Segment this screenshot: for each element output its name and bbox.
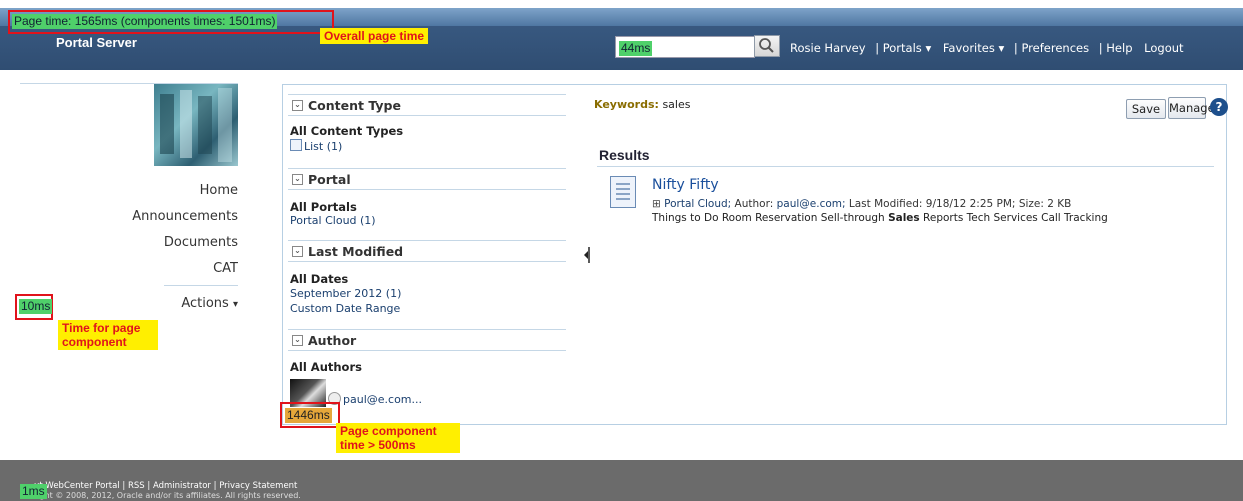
author-timing-badge: 1446ms: [285, 408, 332, 423]
manage-button[interactable]: Manage: [1168, 97, 1215, 119]
facet-item-custom-date-range[interactable]: Custom Date Range: [290, 302, 400, 315]
collapse-icon: ⌄: [292, 335, 303, 346]
collapse-left-icon: [584, 247, 590, 263]
results-divider: [597, 166, 1214, 167]
facet-all-portals[interactable]: All Portals: [290, 200, 357, 214]
facet-item-author[interactable]: paul@e.com...: [343, 393, 422, 406]
portals-menu[interactable]: Portals ▾: [883, 41, 931, 55]
component-time-callout: Time for page component: [58, 320, 158, 350]
footer-timing-badge: 1ms: [20, 484, 47, 499]
administrator-link[interactable]: Administrator: [153, 481, 211, 491]
nav-cat[interactable]: CAT: [213, 261, 238, 276]
help-link[interactable]: Help: [1106, 41, 1132, 55]
nav-divider: [164, 285, 238, 286]
keywords-display: Keywords: sales: [594, 98, 691, 111]
collapse-icon: ⌄: [292, 174, 303, 185]
facet-item-september-2012[interactable]: September 2012 (1): [290, 287, 401, 300]
nav-announcements[interactable]: Announcements: [132, 209, 238, 224]
chevron-down-icon: ▾: [998, 41, 1005, 55]
search-button[interactable]: [754, 35, 780, 57]
save-button[interactable]: Save: [1126, 99, 1166, 119]
collapse-icon: ⌄: [292, 100, 303, 111]
facet-all-authors[interactable]: All Authors: [290, 360, 362, 374]
actions-menu[interactable]: Actions ▾: [181, 296, 238, 311]
list-icon: [290, 139, 302, 151]
page-time-badge: Page time: 1565ms (components times: 150…: [12, 14, 278, 29]
app-title: Portal Server: [56, 35, 137, 50]
result-title-link[interactable]: Nifty Fifty: [652, 177, 719, 193]
chevron-down-icon: ▾: [232, 299, 238, 310]
overall-page-time-callout: Overall page time: [320, 28, 429, 44]
facet-all-dates[interactable]: All Dates: [290, 272, 348, 286]
portal-logo-image: [154, 84, 238, 166]
facet-header-last-modified[interactable]: ⌄ Last Modified: [288, 240, 566, 262]
logout-link[interactable]: Logout: [1144, 41, 1183, 55]
facet-all-content-types[interactable]: All Content Types: [290, 124, 403, 138]
help-icon[interactable]: ?: [1210, 98, 1228, 116]
facet-header-portal[interactable]: ⌄ Portal: [288, 168, 566, 190]
collapse-icon: ⌄: [292, 246, 303, 257]
nav-home[interactable]: Home: [200, 183, 238, 198]
facet-item-portal-cloud[interactable]: Portal Cloud (1): [290, 214, 376, 227]
chevron-down-icon: ▾: [925, 41, 932, 55]
search-timing-badge: 44ms: [619, 41, 653, 56]
privacy-link[interactable]: Privacy Statement: [219, 481, 297, 491]
copyright-text: right © 2008, 2012, Oracle and/or its af…: [34, 491, 301, 500]
footer-links: ut WebCenter Portal | RSS | Administrato…: [34, 481, 298, 491]
facet-header-author[interactable]: ⌄ Author: [288, 329, 566, 351]
rss-link[interactable]: RSS: [128, 481, 145, 491]
facet-header-content-type[interactable]: ⌄ Content Type: [288, 94, 566, 116]
panel-splitter[interactable]: [583, 245, 591, 265]
search-icon: [759, 38, 774, 53]
nav-timing-badge: 10ms: [19, 299, 53, 314]
nav-documents[interactable]: Documents: [164, 235, 238, 250]
document-icon: [610, 176, 636, 208]
top-band: [0, 0, 1243, 8]
results-heading: Results: [599, 147, 650, 163]
preferences-link[interactable]: Preferences: [1021, 41, 1089, 55]
result-author-link[interactable]: paul@e.com;: [777, 198, 846, 210]
result-portal-link[interactable]: Portal Cloud;: [664, 198, 731, 210]
result-metadata: ⊞ Portal Cloud; Author: paul@e.com; Last…: [652, 198, 1072, 210]
portal-icon: ⊞: [652, 198, 661, 210]
about-link[interactable]: ut WebCenter Portal: [34, 481, 120, 491]
header-nav: Rosie Harvey | Portals ▾ Favorites ▾ | P…: [790, 41, 1184, 55]
facet-item-list[interactable]: List (1): [290, 139, 342, 153]
result-tags: Things to Do Room Reservation Sell-throu…: [652, 212, 1108, 224]
user-name-link[interactable]: Rosie Harvey: [790, 41, 866, 55]
favorites-menu[interactable]: Favorites ▾: [943, 41, 1004, 55]
slow-component-callout: Page component time > 500ms: [336, 423, 460, 453]
